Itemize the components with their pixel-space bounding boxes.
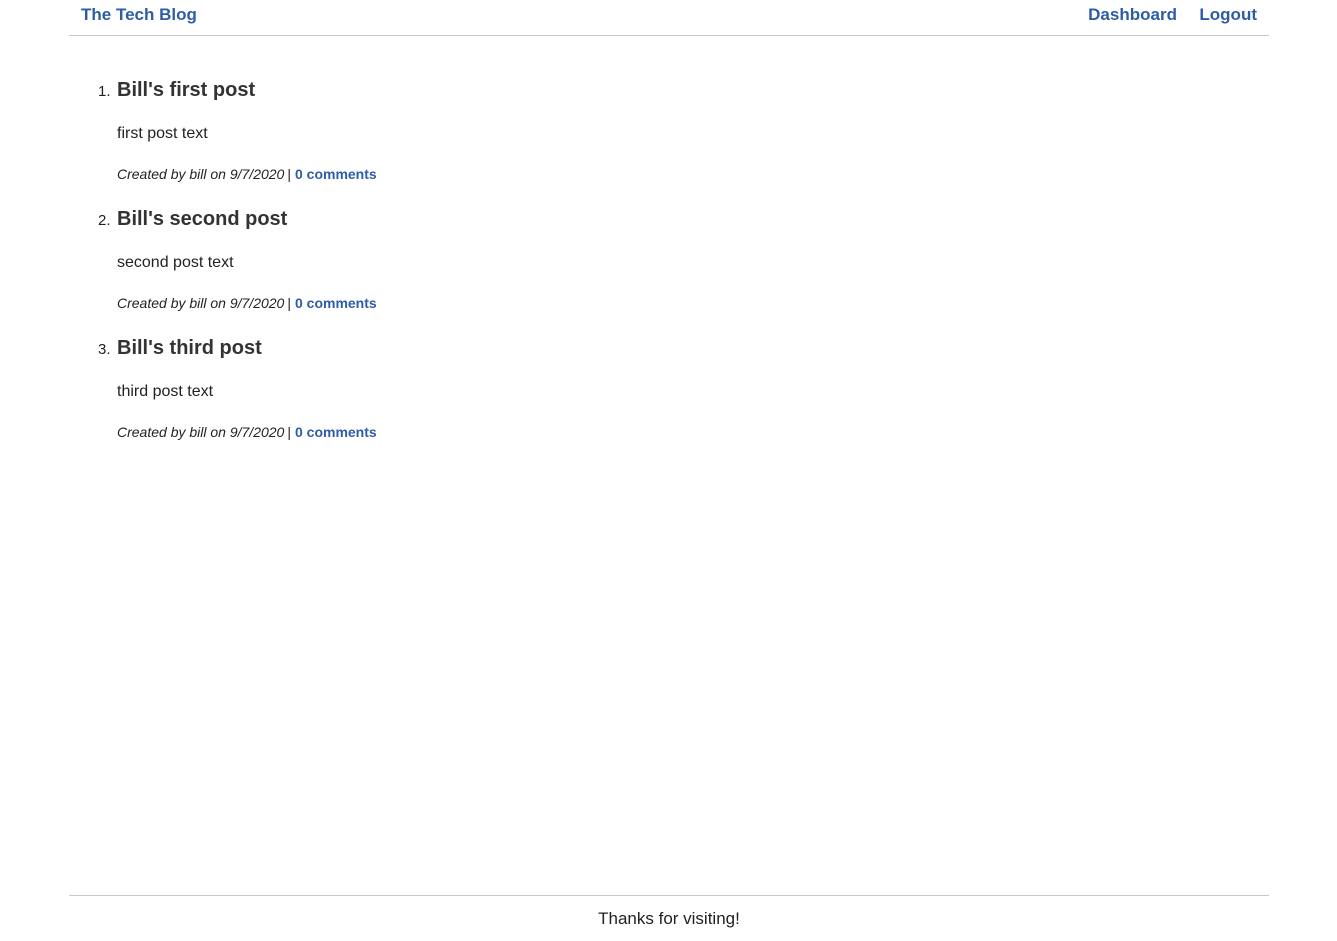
post-list: 1. Bill's first post first post text Cre… xyxy=(0,36,1337,440)
post-title: Bill's third post xyxy=(117,337,262,359)
post-meta: Created by bill on 9/7/2020 | 0 comments xyxy=(117,423,377,441)
post-meta-created: Created by bill on 9/7/2020 xyxy=(117,424,285,440)
brand-link[interactable]: The Tech Blog xyxy=(81,5,197,25)
post-item: 3. Bill's third post third post text Cre… xyxy=(98,294,1337,440)
dashboard-link[interactable]: Dashboard xyxy=(1088,5,1177,24)
comments-link[interactable]: 0 comments xyxy=(295,424,377,440)
site-footer: Thanks for visiting! xyxy=(69,895,1269,941)
post-list-area: 1. Bill's first post first post text Cre… xyxy=(0,36,1337,440)
meta-separator: | xyxy=(287,424,291,440)
post-body: third post text xyxy=(117,383,214,400)
post-item: 1. Bill's first post first post text Cre… xyxy=(98,36,1337,182)
post-number: 2. xyxy=(98,212,111,229)
site-header: The Tech Blog Dashboard Logout xyxy=(69,0,1269,36)
post-title: Bill's first post xyxy=(117,79,256,101)
post-body: second post text xyxy=(117,254,234,271)
post-body: first post text xyxy=(117,125,208,142)
page: The Tech Blog Dashboard Logout 1. Bill's… xyxy=(0,0,1337,941)
post-number: 3. xyxy=(98,341,111,358)
post-item: 2. Bill's second post second post text C… xyxy=(98,165,1337,311)
post-number: 1. xyxy=(98,83,111,100)
footer-text: Thanks for visiting! xyxy=(598,909,740,928)
post-title: Bill's second post xyxy=(117,208,288,230)
top-nav: Dashboard Logout xyxy=(1070,5,1257,26)
logout-link[interactable]: Logout xyxy=(1199,5,1257,24)
